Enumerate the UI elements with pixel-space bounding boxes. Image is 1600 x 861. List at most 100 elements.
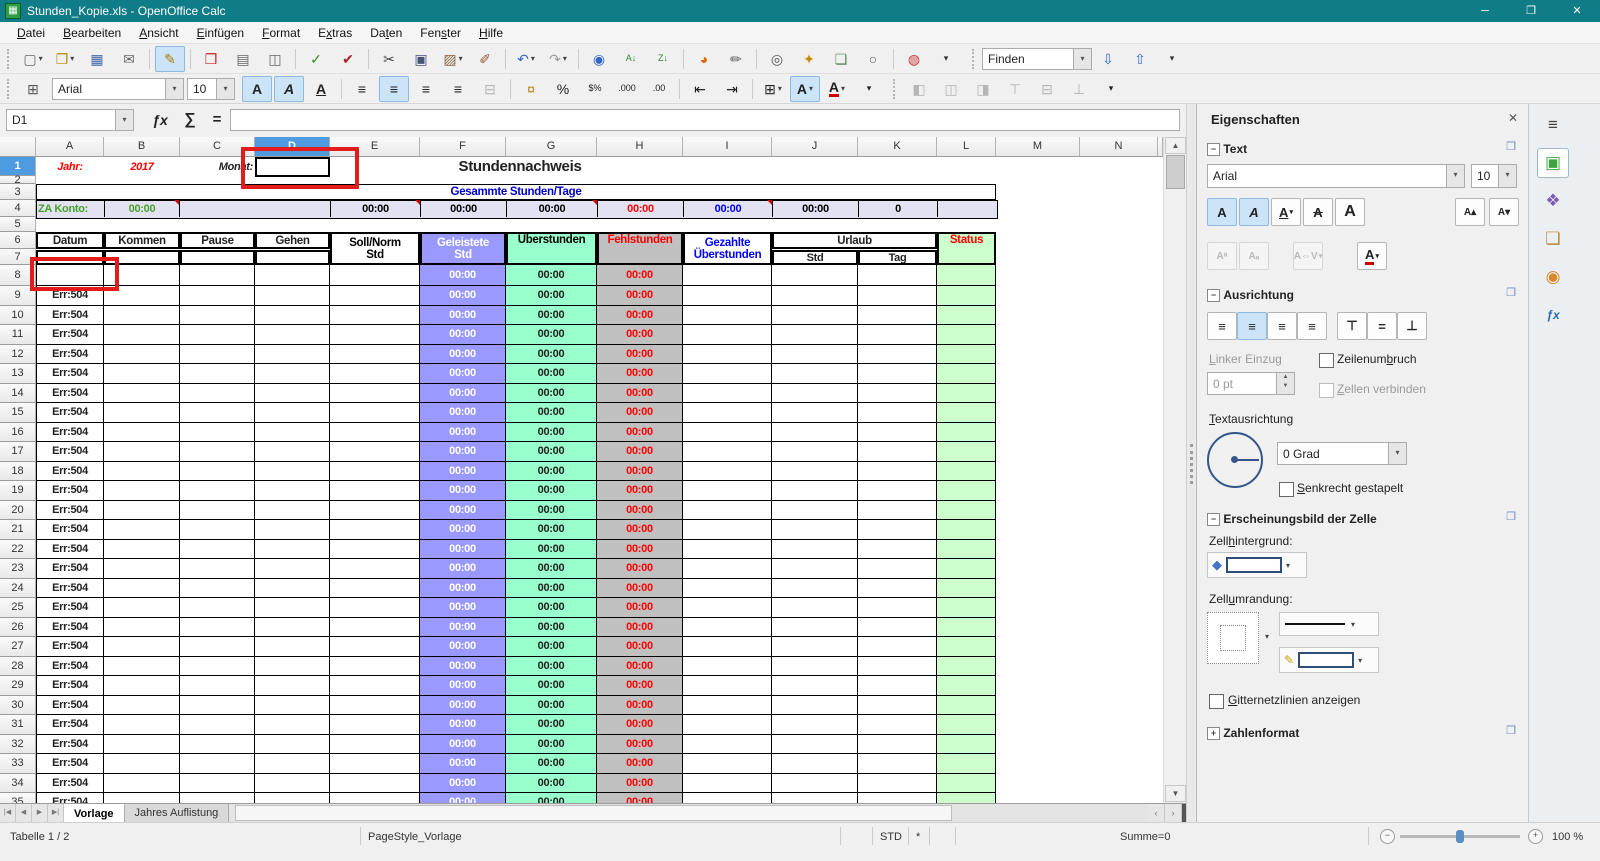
- cell-A11[interactable]: Err:504: [36, 325, 104, 345]
- format-paintbrush-icon[interactable]: ✐: [470, 46, 500, 72]
- help-icon[interactable]: ◍: [899, 46, 929, 72]
- column-header-K[interactable]: K: [858, 137, 937, 157]
- cell-I32[interactable]: [683, 735, 772, 755]
- cell-I20[interactable]: [683, 501, 772, 521]
- table-header-G[interactable]: Überstunden: [506, 232, 597, 265]
- cell-E28[interactable]: [330, 657, 420, 677]
- cell-G11[interactable]: 00:00: [506, 325, 597, 345]
- merge-cells-checkbox[interactable]: [1319, 383, 1334, 398]
- cell-G35[interactable]: 00:00: [506, 793, 597, 803]
- font-name-dropdown-icon[interactable]: ▾: [165, 79, 183, 99]
- zoom-level[interactable]: 100 %: [1552, 831, 1583, 843]
- cell-C28[interactable]: [180, 657, 255, 677]
- text-dialog-launcher-icon[interactable]: ❒: [1506, 140, 1516, 153]
- toolbar-grip[interactable]: [7, 49, 14, 69]
- cell-C33[interactable]: [180, 754, 255, 774]
- cell-I24[interactable]: [683, 579, 772, 599]
- sort-ascending-icon[interactable]: A↓: [616, 46, 646, 72]
- row-header-31[interactable]: 31: [0, 715, 36, 735]
- save-icon[interactable]: ▦: [82, 46, 112, 72]
- cell-L31[interactable]: [937, 715, 996, 735]
- sidebar-align-right-button[interactable]: ≡: [1267, 312, 1297, 340]
- cell-J27[interactable]: [772, 637, 858, 657]
- cell-G26[interactable]: 00:00: [506, 618, 597, 638]
- row-header-11[interactable]: 11: [0, 325, 36, 345]
- cell-F11[interactable]: 00:00: [420, 325, 506, 345]
- cell-J20[interactable]: [772, 501, 858, 521]
- cell-D14[interactable]: [255, 384, 330, 404]
- row-header-14[interactable]: 14: [0, 384, 36, 404]
- cell-H29[interactable]: 00:00: [597, 676, 683, 696]
- cell-F21[interactable]: 00:00: [420, 520, 506, 540]
- line-style-select[interactable]: ▾: [1279, 612, 1379, 636]
- row3-title-cell[interactable]: Gesammte Stunden/Tage: [36, 184, 996, 200]
- cell-F16[interactable]: 00:00: [420, 423, 506, 443]
- new-document-icon[interactable]: ▢▾: [18, 46, 48, 72]
- horizontal-scrollbar[interactable]: [229, 804, 1148, 823]
- cell-L35[interactable]: [937, 793, 996, 803]
- row-header-22[interactable]: 22: [0, 540, 36, 560]
- insert-chart-icon[interactable]: ◕: [689, 46, 719, 72]
- sidebar-superscript-button[interactable]: Aᵃ: [1207, 242, 1237, 270]
- cell-C10[interactable]: [180, 306, 255, 326]
- cell-K26[interactable]: [858, 618, 937, 638]
- row-header-23[interactable]: 23: [0, 559, 36, 579]
- cell-F13[interactable]: 00:00: [420, 364, 506, 384]
- align-justify-button[interactable]: ≡: [443, 76, 473, 102]
- cell-H17[interactable]: 00:00: [597, 442, 683, 462]
- cell-G24[interactable]: 00:00: [506, 579, 597, 599]
- row-header-24[interactable]: 24: [0, 579, 36, 599]
- column-header-L[interactable]: L: [937, 137, 996, 157]
- background-color-button[interactable]: A▾: [790, 76, 820, 102]
- cell-G15[interactable]: 00:00: [506, 403, 597, 423]
- decrease-indent-button[interactable]: ⇤: [685, 76, 715, 102]
- line-color-button[interactable]: ✎ ▾: [1279, 647, 1379, 673]
- cell-B32[interactable]: [104, 735, 180, 755]
- cell-F18[interactable]: 00:00: [420, 462, 506, 482]
- page-style[interactable]: PageStyle_Vorlage: [368, 831, 462, 843]
- column-header-F[interactable]: F: [420, 137, 506, 157]
- cell-K30[interactable]: [858, 696, 937, 716]
- row-header-27[interactable]: 27: [0, 637, 36, 657]
- cell-L11[interactable]: [937, 325, 996, 345]
- cell-I23[interactable]: [683, 559, 772, 579]
- cell-H12[interactable]: 00:00: [597, 345, 683, 365]
- cell-B29[interactable]: [104, 676, 180, 696]
- cell-F27[interactable]: 00:00: [420, 637, 506, 657]
- cell-K33[interactable]: [858, 754, 937, 774]
- align-right-button[interactable]: ≡: [411, 76, 441, 102]
- cell-reference-box[interactable]: D1 ▾: [6, 109, 134, 131]
- cell-J13[interactable]: [772, 364, 858, 384]
- row-header-12[interactable]: 12: [0, 345, 36, 365]
- cell-L20[interactable]: [937, 501, 996, 521]
- sidebar-underline-button[interactable]: A▾: [1271, 198, 1301, 226]
- cell-C12[interactable]: [180, 345, 255, 365]
- sidebar-font-size-dropdown-icon[interactable]: ▾: [1498, 165, 1516, 187]
- cell-E23[interactable]: [330, 559, 420, 579]
- cell-F15[interactable]: 00:00: [420, 403, 506, 423]
- cell-K24[interactable]: [858, 579, 937, 599]
- cell-D22[interactable]: [255, 540, 330, 560]
- cell-D34[interactable]: [255, 774, 330, 794]
- table-header-E[interactable]: Soll/NormStd: [330, 232, 420, 265]
- cell-G20[interactable]: 00:00: [506, 501, 597, 521]
- cell-G17[interactable]: 00:00: [506, 442, 597, 462]
- row-header-35[interactable]: 35: [0, 793, 36, 803]
- delete-decimal-button[interactable]: .00: [644, 76, 674, 102]
- cell-H26[interactable]: 00:00: [597, 618, 683, 638]
- cell-A19[interactable]: Err:504: [36, 481, 104, 501]
- cell-E14[interactable]: [330, 384, 420, 404]
- cell-E26[interactable]: [330, 618, 420, 638]
- sidebar-font-name-select[interactable]: Arial ▾: [1207, 164, 1465, 188]
- sidebar-align-top-button[interactable]: ⊤: [1337, 312, 1367, 340]
- cell-J9[interactable]: [772, 286, 858, 306]
- cell-G10[interactable]: 00:00: [506, 306, 597, 326]
- cell-J30[interactable]: [772, 696, 858, 716]
- row-header-3[interactable]: 3: [0, 184, 36, 200]
- row-header-29[interactable]: 29: [0, 676, 36, 696]
- cell-J10[interactable]: [772, 306, 858, 326]
- cell-A17[interactable]: Err:504: [36, 442, 104, 462]
- cell-H25[interactable]: 00:00: [597, 598, 683, 618]
- cell-B14[interactable]: [104, 384, 180, 404]
- selection-mode[interactable]: STD: [880, 831, 902, 843]
